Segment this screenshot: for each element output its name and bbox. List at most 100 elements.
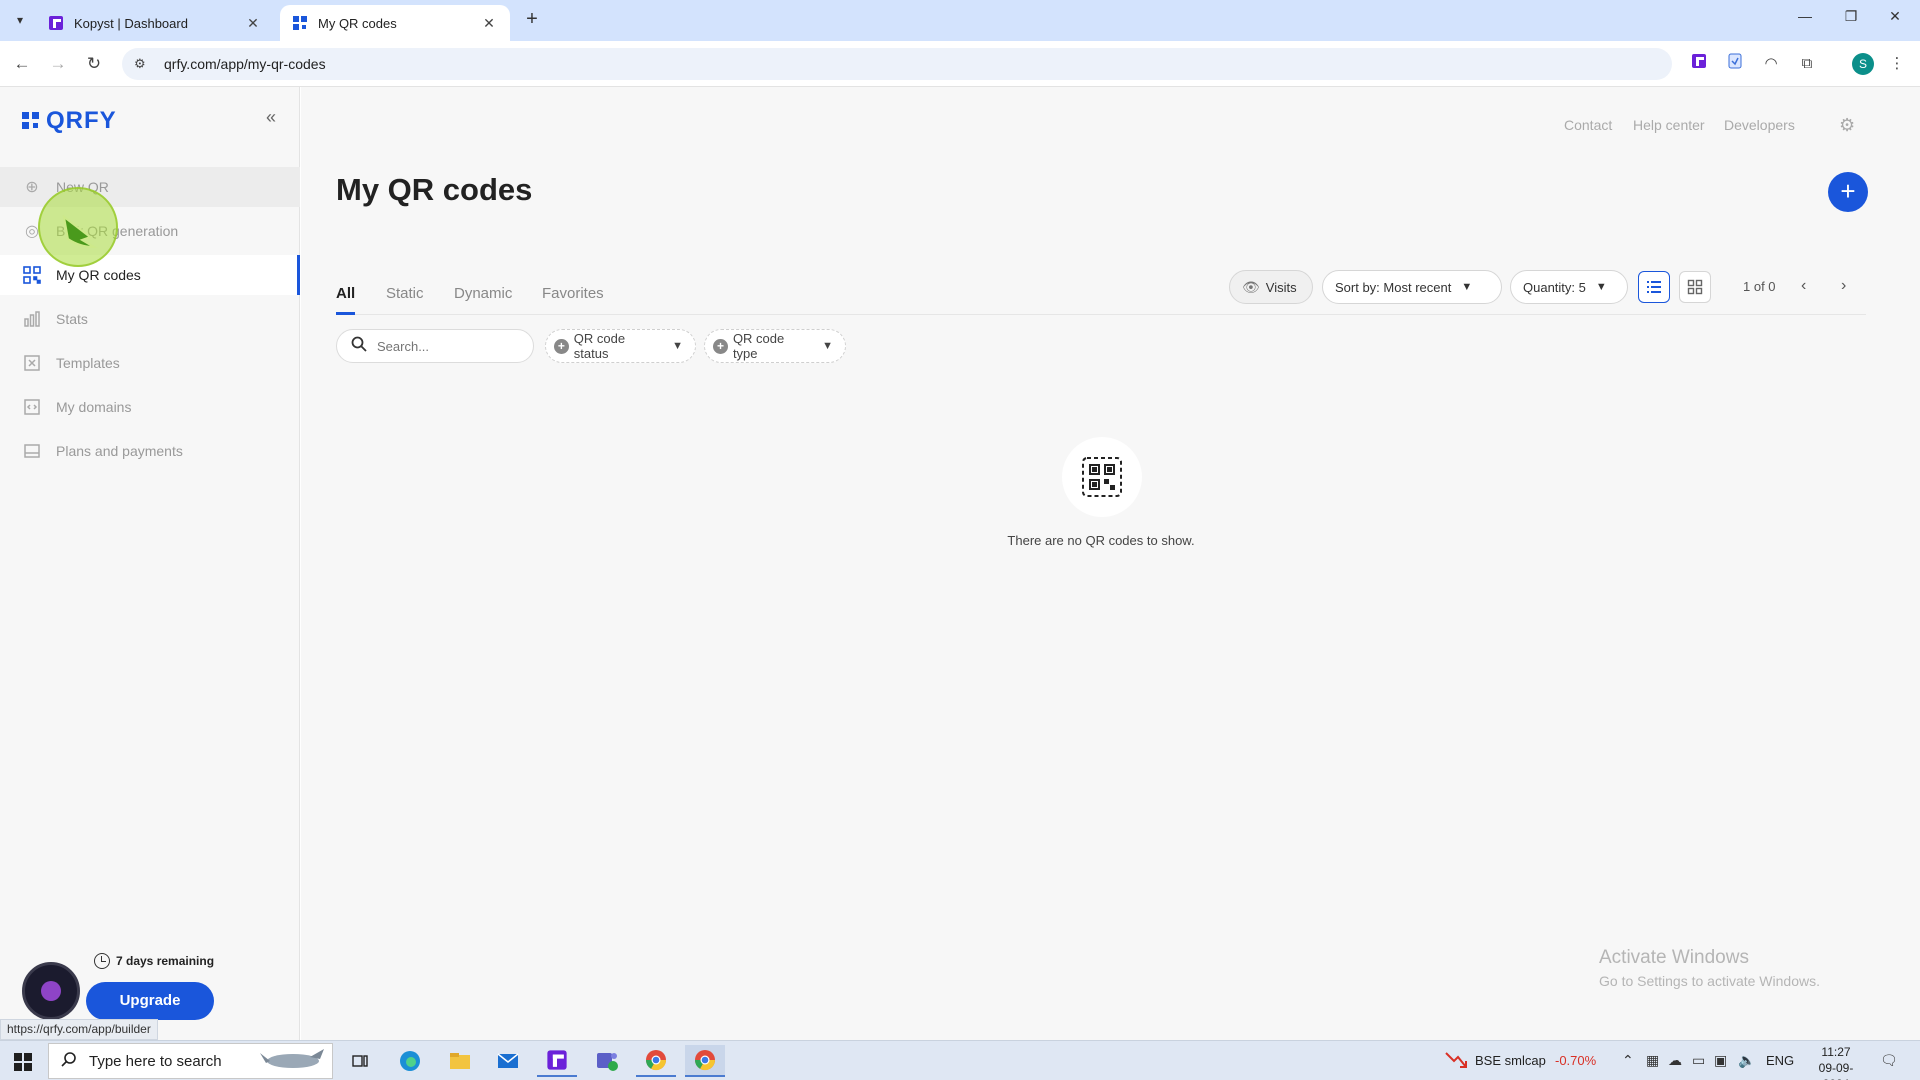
browser-menu-icon[interactable]: ⋮ [1886, 53, 1908, 75]
windows-taskbar: Type here to search BSE smlcap -0.70% ⌃ … [0, 1040, 1920, 1080]
tab-dynamic[interactable]: Dynamic [454, 285, 512, 312]
edge-browser-icon[interactable] [390, 1045, 430, 1077]
cursor-arrow-icon [62, 214, 98, 249]
qr-filter-tabs: All Static Dynamic Favorites [336, 285, 1866, 315]
forward-arrow-icon[interactable]: → [46, 52, 70, 76]
sidebar-item-my-domains[interactable]: My domains [0, 387, 300, 427]
quantity-dropdown[interactable]: Quantity: 5 ▼ [1510, 270, 1628, 304]
next-page-icon[interactable]: › [1841, 277, 1846, 295]
pagination-text: 1 of 0 [1743, 279, 1776, 294]
restore-icon[interactable]: ❐ [1836, 8, 1866, 32]
sidebar-item-label: My domains [56, 399, 132, 415]
mail-icon[interactable] [488, 1045, 528, 1077]
qr-code-status-filter[interactable]: + QR code status ▼ [545, 329, 696, 363]
stock-name: BSE smlcap [1475, 1053, 1546, 1068]
teams-tray-icon[interactable]: ▦ [1646, 1052, 1659, 1069]
teams-icon[interactable] [587, 1045, 627, 1077]
battery-icon[interactable]: ▭ [1692, 1052, 1705, 1069]
contact-link[interactable]: Contact [1564, 117, 1612, 133]
new-tab-plus-icon[interactable]: + [520, 8, 544, 32]
extensions-puzzle-icon[interactable]: ⧉ [1796, 53, 1818, 75]
upgrade-button[interactable]: Upgrade [86, 982, 214, 1020]
system-clock[interactable]: 11:27 09-09-2024 [1806, 1044, 1866, 1080]
site-settings-icon[interactable]: ⚙ [134, 56, 150, 72]
help-center-link[interactable]: Help center [1633, 117, 1705, 133]
document-extension-icon[interactable] [1724, 53, 1746, 75]
grid-view-button[interactable] [1679, 271, 1711, 303]
chat-bubble-icon [41, 981, 61, 1001]
empty-state-message: There are no QR codes to show. [1007, 533, 1195, 548]
plus-circle-icon: + [554, 338, 569, 354]
close-window-icon[interactable]: ✕ [1880, 8, 1910, 32]
domain-icon [22, 397, 42, 417]
sort-dropdown[interactable]: Sort by: Most recent ▼ [1322, 270, 1502, 304]
gear-icon[interactable]: ⚙ [1839, 115, 1855, 136]
search-input[interactable] [377, 338, 507, 354]
developers-link[interactable]: Developers [1724, 117, 1795, 133]
sidebar-item-templates[interactable]: Templates [0, 343, 300, 383]
taskbar-search[interactable]: Type here to search [48, 1043, 333, 1079]
minimize-icon[interactable]: — [1790, 8, 1820, 32]
sidebar-item-plans-and-payments[interactable]: Plans and payments [0, 431, 300, 471]
trial-remaining: 7 days remaining [94, 953, 214, 969]
close-tab-icon[interactable]: ✕ [244, 15, 262, 32]
quantity-label: Quantity: 5 [1523, 279, 1586, 295]
kopyst-app-icon[interactable] [537, 1045, 577, 1077]
trial-text: 7 days remaining [116, 954, 215, 968]
create-qr-plus-button[interactable]: + [1828, 172, 1868, 212]
sidebar-item-new-qr[interactable]: ⊕ New QR [0, 167, 300, 207]
tab-all[interactable]: All [336, 285, 356, 315]
close-tab-icon[interactable]: ✕ [480, 15, 498, 32]
tab-search-chevron-icon[interactable]: ▾ [8, 8, 32, 32]
previous-page-icon[interactable]: ‹ [1801, 277, 1806, 295]
language-indicator[interactable]: ENG [1766, 1053, 1794, 1068]
volume-icon[interactable]: 🔈 [1738, 1052, 1755, 1069]
onedrive-icon[interactable]: ☁ [1668, 1052, 1682, 1069]
filter-label: QR code type [732, 331, 785, 361]
sidebar-item-my-qr-codes[interactable]: My QR codes [0, 255, 300, 295]
sidebar-item-label: My QR codes [56, 267, 141, 283]
collapse-sidebar-icon[interactable]: « [266, 107, 276, 128]
windows-start-icon[interactable] [14, 1053, 32, 1071]
visits-toggle[interactable]: 👁 Visits [1229, 270, 1313, 304]
template-icon [22, 353, 42, 373]
notifications-icon[interactable]: 🗨 [1880, 1052, 1898, 1069]
qrfy-favicon-icon [292, 15, 308, 31]
list-view-button[interactable] [1638, 271, 1670, 303]
bar-chart-icon [22, 309, 42, 329]
stock-trend-icon [1444, 1049, 1470, 1074]
chrome-icon[interactable] [636, 1045, 676, 1077]
reload-icon[interactable]: ↻ [82, 52, 106, 76]
browser-tab-bar: ▾ Kopyst | Dashboard ✕ My QR codes ✕ + —… [0, 0, 1920, 41]
tab-static[interactable]: Static [386, 285, 424, 312]
profile-avatar[interactable]: S [1852, 53, 1874, 75]
page-title: My QR codes [336, 172, 533, 207]
tab-favorites[interactable]: Favorites [542, 285, 604, 312]
windows-activation-watermark: Activate Windows Go to Settings to activ… [1599, 947, 1820, 989]
chat-widget-button[interactable] [22, 962, 80, 1020]
file-explorer-icon[interactable] [440, 1045, 480, 1077]
filter-label: QR code status [573, 331, 626, 361]
browser-tab-kopyst[interactable]: Kopyst | Dashboard ✕ [36, 5, 274, 41]
qrfy-logo[interactable]: QRFY [22, 107, 117, 135]
sidebar-item-stats[interactable]: Stats [0, 299, 300, 339]
tab-title: My QR codes [318, 15, 397, 31]
address-bar[interactable]: ⚙ qrfy.com/app/my-qr-codes [122, 48, 1672, 80]
empty-qr-icon [1062, 437, 1142, 517]
search-icon [61, 1051, 77, 1071]
browser-tab-my-qr-codes[interactable]: My QR codes ✕ [280, 5, 510, 41]
chevron-up-icon[interactable]: ⌃ [1622, 1052, 1634, 1069]
chrome-profile-icon[interactable] [685, 1045, 725, 1077]
sidebar-item-label: Plans and payments [56, 443, 183, 459]
qr-code-type-filter[interactable]: + QR code type ▼ [704, 329, 846, 363]
task-view-icon[interactable] [340, 1045, 380, 1077]
chevron-down-icon: ▼ [672, 340, 683, 352]
chevron-down-icon: ▼ [1595, 281, 1607, 293]
network-icon[interactable]: ▣ [1714, 1052, 1727, 1069]
sidebar-item-label: Templates [56, 355, 120, 371]
kopyst-extension-icon[interactable] [1688, 53, 1710, 75]
arc-extension-icon[interactable]: ◠ [1760, 53, 1782, 75]
search-field[interactable] [336, 329, 534, 363]
chevron-down-icon: ▼ [1461, 281, 1473, 293]
back-arrow-icon[interactable]: ← [10, 52, 34, 76]
